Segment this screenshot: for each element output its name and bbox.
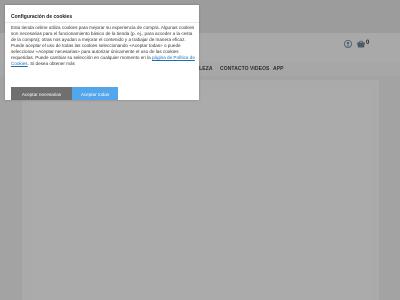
cookie-consent-modal: Configuración de cookies Esta tienda onl… xyxy=(5,5,199,100)
cart-count: 0 xyxy=(366,40,370,46)
nav-item-contacto[interactable]: CONTACTO xyxy=(220,66,249,72)
cookie-modal-divider xyxy=(5,22,199,23)
nav-item-videos[interactable]: VIDEOS xyxy=(250,66,270,72)
accept-all-button[interactable]: Aceptar todas xyxy=(72,87,118,100)
nav-item-app[interactable]: APP xyxy=(273,66,284,72)
user-icon[interactable] xyxy=(344,40,352,48)
cookie-modal-title: Configuración de cookies xyxy=(11,14,73,20)
cookie-modal-text: Esta tienda online utiliza cookies para … xyxy=(11,25,195,67)
content-inner xyxy=(30,88,371,300)
content-panel xyxy=(22,80,379,300)
cookie-text-after: . Si desea obtener más xyxy=(27,61,75,67)
cart-icon[interactable] xyxy=(356,40,366,48)
accept-necessary-button[interactable]: Aceptar necesarias xyxy=(11,87,72,100)
